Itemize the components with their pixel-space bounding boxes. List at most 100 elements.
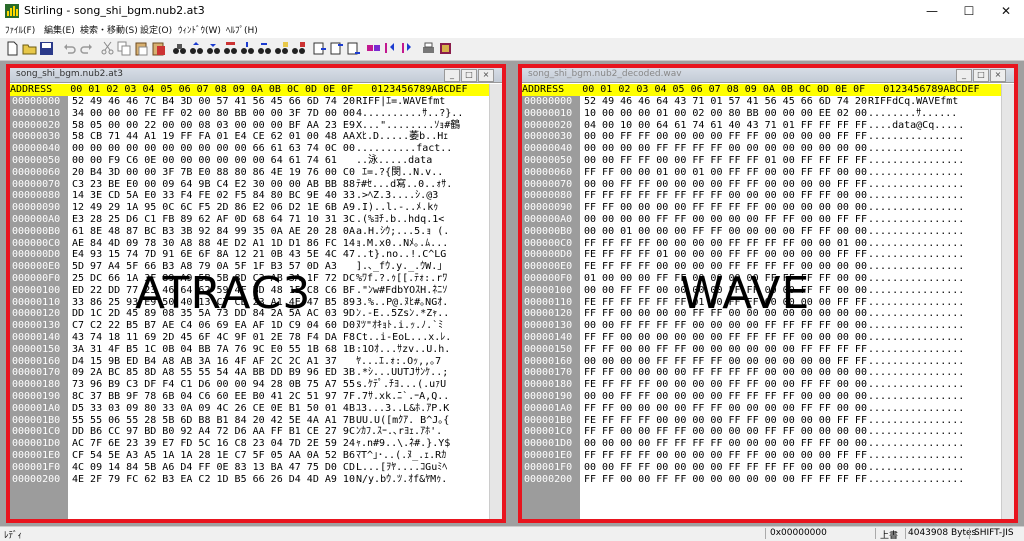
right-hex-rows[interactable]: 00000000 52 49 46 46 64 43 71 01 57 41 56…	[522, 96, 1014, 519]
hex-row[interactable]: 000001B0 FE FF FF FF 00 00 00 00 FF FF 00…	[522, 415, 1014, 427]
row-bytes[interactable]: 4E 2F 79 FC 62 B3 EA C2 1D B5 66 26 D4 4…	[72, 474, 355, 486]
row-bytes[interactable]: ED 22 DD 77 23 46 64 62 59 4F BD 48 15 C…	[72, 285, 355, 297]
row-bytes[interactable]: 8C 37 BB 9F 78 6B 04 C6 60 EE B0 41 2C 5…	[72, 391, 355, 403]
row-text[interactable]: ................	[868, 167, 964, 179]
left-pane-maximize-icon[interactable]: □	[461, 69, 477, 82]
hex-row[interactable]: 00000030 58 CB 71 44 A1 19 FF FA 01 E4 CE…	[10, 131, 502, 143]
row-text[interactable]: ﾇﾂ"ｵｷｮﾄ.i.ｯ.ﾉ.`ﾐ	[356, 320, 443, 332]
row-bytes[interactable]: D5 33 03 09 80 33 0A 09 4C 26 CE 0E B1 5…	[72, 403, 355, 415]
row-text[interactable]: ................	[868, 391, 964, 403]
row-text[interactable]: ..泳.....data	[356, 155, 432, 167]
redo-icon[interactable]	[79, 41, 94, 56]
hex-row[interactable]: 00000040 00 00 00 00 00 00 00 00 00 00 66…	[10, 143, 502, 155]
row-text[interactable]: ﾃ#ｾ...d寫..0..ｫｻ.	[356, 179, 452, 191]
hex-row[interactable]: 00000050 00 00 FF FF 00 00 FF FF FF FF 01…	[522, 155, 1014, 167]
row-text[interactable]: Xﾋ.D.....萎b..Hｪ	[356, 131, 448, 143]
row-text[interactable]: .>ﾍZ.3....ｼ.@3	[356, 190, 438, 202]
row-bytes[interactable]: 04 00 10 00 64 61 74 61 40 43 71 01 FF F…	[584, 120, 867, 132]
row-bytes[interactable]: DD 1C 2D 45 89 08 35 5A 73 DD 84 2A 5A A…	[72, 308, 355, 320]
hex-row[interactable]: 00000050 00 00 F9 C6 0E 00 00 00 00 00 00…	[10, 155, 502, 167]
hex-row[interactable]: 000000C0 FF FF FF FF 00 00 00 00 FF FF FF…	[522, 238, 1014, 250]
row-bytes[interactable]: FF FF 00 00 FF FF 00 00 00 00 00 00 FF F…	[584, 344, 867, 356]
search-up-icon[interactable]	[240, 41, 255, 56]
row-text[interactable]: ................	[868, 462, 964, 474]
row-bytes[interactable]: 58 CB 71 44 A1 19 FF FA 01 E4 CE 62 01 0…	[72, 131, 355, 143]
row-bytes[interactable]: E4 93 15 74 7D 91 6E 6F 8A 12 21 0B 43 5…	[72, 249, 355, 261]
row-bytes[interactable]: 33 86 25 93 E9 50 40 13 C7 CB 23 A1 4E 4…	[72, 297, 355, 309]
hex-row[interactable]: 00000120 DD 1C 2D 45 89 08 35 5A 73 DD 84…	[10, 308, 502, 320]
hex-row[interactable]: 000001F0 00 00 FF FF 00 00 00 00 FF FF FF…	[522, 462, 1014, 474]
cut-icon[interactable]	[100, 41, 115, 56]
hex-row[interactable]: 000001C0 FF FF 00 00 FF FF 00 00 00 00 FF…	[522, 426, 1014, 438]
hex-row[interactable]: 00000070 C3 23 BE E0 00 09 64 9B C4 E2 30…	[10, 179, 502, 191]
row-bytes[interactable]: E3 28 25 D6 C1 FB 89 62 AF 0D 68 64 71 1…	[72, 214, 355, 226]
row-text[interactable]: ....data@Cq.....	[868, 120, 964, 132]
row-bytes[interactable]: 5D 97 A4 5F 66 B3 A8 79 0A 5F 1F B3 57 0…	[72, 261, 337, 273]
row-text[interactable]: ................	[868, 438, 964, 450]
minimize-button[interactable]: —	[914, 0, 950, 22]
row-text[interactable]: RIFFdCq.WAVEfmt	[868, 96, 964, 108]
row-text[interactable]: X..."........ｿｮ#鶴	[356, 120, 460, 132]
row-bytes[interactable]: FF FF 00 00 00 00 FF FF 00 00 00 00 00 0…	[584, 308, 867, 320]
row-bytes[interactable]: FF FF 00 00 00 00 FF FF FF FF 00 00 00 0…	[584, 202, 867, 214]
bit-clear-icon[interactable]	[400, 41, 415, 56]
row-bytes[interactable]: FF FF 00 00 00 00 FF FF 00 00 00 00 FF F…	[584, 403, 867, 415]
hex-row[interactable]: 000000F0 25 DC 66 1A 3F 89 A9 5B 5B 8D C3…	[10, 273, 502, 285]
row-bytes[interactable]: 00 00 00 00 FF FF FF FF 00 00 00 00 00 0…	[584, 356, 867, 368]
menu-search[interactable]: 検索・移動(S)	[80, 23, 138, 36]
hex-row[interactable]: 00000080 FF FF FF FF FF FF FF FF 00 00 00…	[522, 190, 1014, 202]
row-text[interactable]: .I)..l.-..ﾒ.kｩ	[356, 202, 438, 214]
hex-row[interactable]: 00000180 FE FF FF FF 00 00 00 00 FF FF 00…	[522, 379, 1014, 391]
row-bytes[interactable]: FE FF FF FF 00 00 00 00 FF FF 00 00 00 0…	[584, 415, 867, 427]
hex-row[interactable]: 00000090 12 49 29 1A 95 0C 6C F5 2D 86 E2…	[10, 202, 502, 214]
paste-special-icon[interactable]	[151, 41, 166, 56]
left-pane-close-icon[interactable]: ×	[478, 69, 494, 82]
row-text[interactable]: ................	[868, 450, 964, 462]
row-text[interactable]: ................	[868, 261, 964, 273]
hex-row[interactable]: 00000100 ED 22 DD 77 23 46 64 62 59 4F BD…	[10, 285, 502, 297]
row-text[interactable]: ................	[868, 131, 964, 143]
row-text[interactable]: .7ｻ.xk.ﾆ`.ｰA,Q..	[356, 391, 449, 403]
row-bytes[interactable]: 3A 31 4F B5 1C 0B 04 BB 7A 76 9C E0 55 1…	[72, 344, 355, 356]
hex-row[interactable]: 00000100 00 00 FF FF 00 00 00 00 FF FF 00…	[522, 285, 1014, 297]
row-bytes[interactable]: AE 84 4D 09 78 30 A8 88 4E D2 A1 1D D1 8…	[72, 238, 355, 250]
hex-row[interactable]: 000000E0 FE FF FF FF 00 00 00 00 FF FF FF…	[522, 261, 1014, 273]
search-file-icon[interactable]	[291, 41, 306, 56]
bit-set-icon[interactable]	[383, 41, 398, 56]
row-bytes[interactable]: FF FF 00 00 00 00 00 00 FF FF FF FF 00 0…	[584, 332, 867, 344]
row-text[interactable]: ................	[868, 179, 964, 191]
row-bytes[interactable]: 00 00 00 00 FF FF FF FF 00 00 00 00 00 0…	[584, 143, 867, 155]
hex-row[interactable]: 000001A0 D5 33 03 09 80 33 0A 09 4C 26 CE…	[10, 403, 502, 415]
row-text[interactable]: ].､_fｳ.y._.ｳW.｣	[356, 261, 442, 273]
row-text[interactable]: ................	[868, 249, 964, 261]
hex-row[interactable]: 000001C0 DD B6 CC 97 BD B0 92 A4 72 D6 AA…	[10, 426, 502, 438]
row-bytes[interactable]: AC 7F 6E 23 39 E7 FD 5C 16 C8 23 04 7D 2…	[72, 438, 355, 450]
row-bytes[interactable]: 34 00 00 00 FE FF 02 00 80 BB 00 00 3F 7…	[72, 108, 355, 120]
row-text[interactable]: ................	[868, 226, 964, 238]
row-bytes[interactable]: CF 54 5E A3 A5 1A 1A 28 1E C7 5F 05 AA 0…	[72, 450, 355, 462]
left-vertical-scrollbar[interactable]	[489, 84, 502, 519]
row-text[interactable]: ................	[868, 367, 964, 379]
row-bytes[interactable]: 58 05 00 00 22 00 00 08 03 00 00 00 BF A…	[72, 120, 355, 132]
print-icon[interactable]	[421, 41, 436, 56]
row-bytes[interactable]: FE FF FF FF 00 00 00 00 FF FF 00 00 FF F…	[584, 379, 867, 391]
hex-row[interactable]: 000001F0 4C 09 14 84 5B A6 D4 FF 0E 83 13…	[10, 462, 502, 474]
row-text[interactable]: ................	[868, 426, 964, 438]
jump-icon[interactable]	[312, 41, 327, 56]
row-text[interactable]: .*ｼ...UUTJｻﾝｹ..;	[356, 367, 448, 379]
open-folder-icon[interactable]	[22, 41, 37, 56]
row-text[interactable]: ................	[868, 403, 964, 415]
row-text[interactable]: ﾔ...ｴ.ｫ:.Oｯ,,｡7	[356, 356, 441, 368]
left-pane-minimize-icon[interactable]: _	[444, 69, 460, 82]
row-bytes[interactable]: FF FF 00 00 01 00 01 00 FF FF 00 00 FF F…	[584, 167, 867, 179]
row-bytes[interactable]: FE FF FF FF 00 00 00 00 FF FF FF FF 00 0…	[584, 261, 867, 273]
row-bytes[interactable]: 00 00 FF FF FF FF 00 00 00 00 FF FF FF F…	[584, 320, 867, 332]
search-down-icon[interactable]	[257, 41, 272, 56]
row-bytes[interactable]: 43 74 18 11 69 2D 45 6F 4C 9F 01 2E 78 F…	[72, 332, 355, 344]
jump-start-icon[interactable]	[329, 41, 344, 56]
row-text[interactable]: N/y.bｳ.ﾂ.ｵf&ﾔMｩ.	[356, 474, 447, 486]
row-text[interactable]: ................	[868, 415, 964, 427]
hex-row[interactable]: 00000010 34 00 00 00 FE FF 02 00 80 BB 00…	[10, 108, 502, 120]
hex-row[interactable]: 000001E0 FF FF FF FF 00 00 00 00 FF FF 00…	[522, 450, 1014, 462]
row-bytes[interactable]: 4C 09 14 84 5B A6 D4 FF 0E 83 13 BA 47 7…	[72, 462, 355, 474]
